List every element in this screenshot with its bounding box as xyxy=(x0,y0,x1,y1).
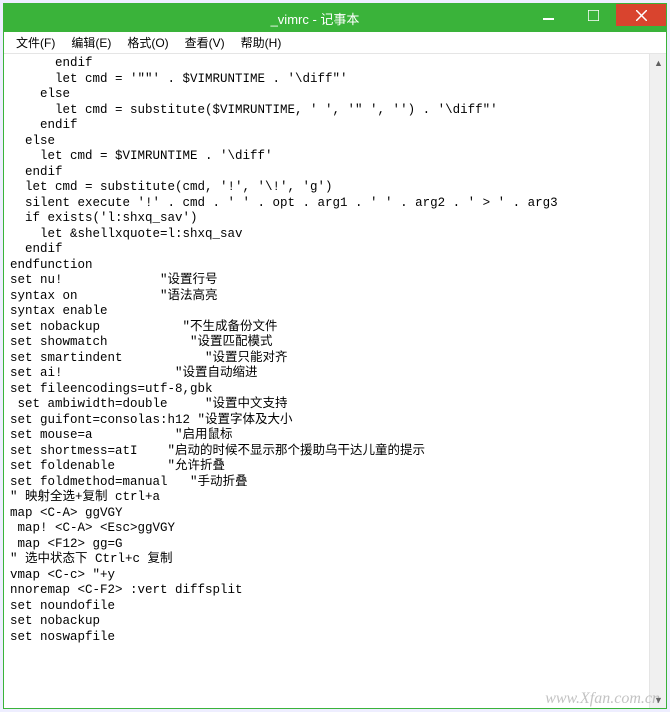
scroll-up-button[interactable]: ▲ xyxy=(650,54,666,71)
close-button[interactable] xyxy=(616,4,666,26)
menu-edit[interactable]: 编辑(E) xyxy=(63,32,119,53)
window-controls xyxy=(526,4,666,32)
content-area: endif let cmd = '""' . $VIMRUNTIME . '\d… xyxy=(4,54,666,708)
scroll-down-button[interactable]: ▼ xyxy=(650,691,666,708)
menu-format[interactable]: 格式(O) xyxy=(119,32,176,53)
close-icon xyxy=(636,10,647,21)
menu-help[interactable]: 帮助(H) xyxy=(233,32,290,53)
vertical-scrollbar[interactable]: ▲ ▼ xyxy=(649,54,666,708)
titlebar: _vimrc - 记事本 xyxy=(4,4,666,32)
minimize-button[interactable] xyxy=(526,4,571,26)
window-title: _vimrc - 记事本 xyxy=(104,9,526,28)
text-editor[interactable]: endif let cmd = '""' . $VIMRUNTIME . '\d… xyxy=(4,54,649,708)
minimize-icon xyxy=(543,10,554,21)
maximize-button[interactable] xyxy=(571,4,616,26)
menu-view[interactable]: 查看(V) xyxy=(177,32,233,53)
maximize-icon xyxy=(588,10,599,21)
notepad-window: _vimrc - 记事本 文件(F) 编辑(E) 格式(O) 查看(V) 帮助(… xyxy=(3,3,667,709)
menu-file[interactable]: 文件(F) xyxy=(8,32,63,53)
menubar: 文件(F) 编辑(E) 格式(O) 查看(V) 帮助(H) xyxy=(4,32,666,54)
